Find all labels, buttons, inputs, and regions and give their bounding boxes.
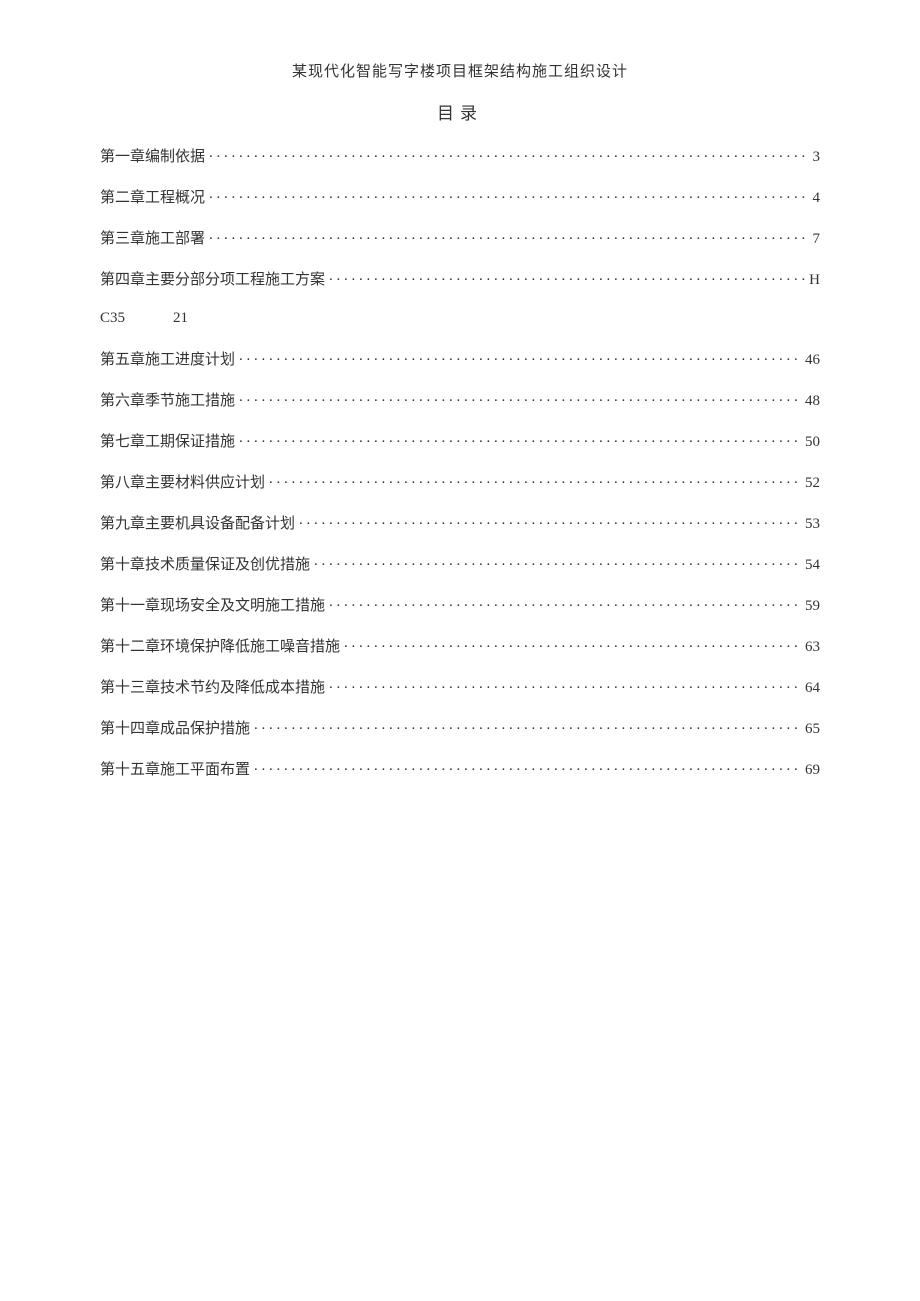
toc-row: 第十二章环境保护降低施工噪音措施 63	[100, 636, 820, 655]
toc-page-number: 65	[805, 722, 820, 737]
toc-label: 第十一章现场安全及文明施工措施	[100, 599, 325, 614]
toc-leader	[329, 595, 801, 610]
toc-leader	[314, 554, 801, 569]
toc-page-number: 48	[805, 394, 820, 409]
toc-label: 第二章工程概况	[100, 191, 205, 206]
toc-row: 第十三章技术节约及降低成本措施 64	[100, 677, 820, 696]
toc-leader	[209, 187, 808, 202]
toc-row: 第十章技术质量保证及创优措施 54	[100, 554, 820, 573]
toc-row: 第十五章施工平面布置 69	[100, 759, 820, 778]
toc-row: 第九章主要机具设备配备计划 53	[100, 513, 820, 532]
toc-page-number: 64	[805, 681, 820, 696]
toc-leader	[239, 349, 801, 364]
toc-page-number: 69	[805, 763, 820, 778]
toc-page-number: 52	[805, 476, 820, 491]
document-header-title: 某现代化智能写字楼项目框架结构施工组织设计	[100, 60, 820, 81]
toc-page-number: 53	[805, 517, 820, 532]
toc-leader	[329, 677, 801, 692]
toc-label: 第四章主要分部分项工程施工方案	[100, 273, 325, 288]
toc-leader	[344, 636, 801, 651]
toc-leader	[239, 431, 801, 446]
toc-page-number: H	[809, 273, 820, 288]
toc-heading: 目录	[100, 99, 820, 124]
toc-row: 第七章工期保证措施 50	[100, 431, 820, 450]
toc-row: 第六章季节施工措施 48	[100, 390, 820, 409]
toc-page-number: 7	[813, 232, 821, 247]
toc-leader	[329, 269, 805, 284]
toc-extra-left: C35	[100, 310, 125, 326]
toc-leader	[209, 146, 808, 161]
toc-label: 第十五章施工平面布置	[100, 763, 250, 778]
toc-label: 第三章施工部署	[100, 232, 205, 247]
toc-row: 第十四章成品保护措施 65	[100, 718, 820, 737]
toc-label: 第七章工期保证措施	[100, 435, 235, 450]
toc-leader	[269, 472, 801, 487]
toc-leader	[254, 718, 801, 733]
toc-label: 第八章主要材料供应计划	[100, 476, 265, 491]
toc-page-number: 54	[805, 558, 820, 573]
toc-leader	[299, 513, 801, 528]
toc-extra-right: 21	[173, 310, 188, 326]
toc-row: 第三章施工部署 7	[100, 228, 820, 247]
toc-row: 第二章工程概况 4	[100, 187, 820, 206]
toc-label: 第六章季节施工措施	[100, 394, 235, 409]
toc-row: 第五章施工进度计划 46	[100, 349, 820, 368]
toc-page-number: 46	[805, 353, 820, 368]
toc-row: 第一章编制依据 3	[100, 146, 820, 165]
toc-label: 第十二章环境保护降低施工噪音措施	[100, 640, 340, 655]
toc-list: 第一章编制依据 3 第二章工程概况 4 第三章施工部署 7 第四章主要分部分项工程施工方案 …	[100, 146, 820, 778]
toc-row: 第十一章现场安全及文明施工措施 59	[100, 595, 820, 614]
toc-page-number: 59	[805, 599, 820, 614]
toc-label: 第九章主要机具设备配备计划	[100, 517, 295, 532]
toc-label: 第五章施工进度计划	[100, 353, 235, 368]
toc-page-number: 50	[805, 435, 820, 450]
toc-leader	[254, 759, 801, 774]
toc-leader	[239, 390, 801, 405]
toc-label: 第十章技术质量保证及创优措施	[100, 558, 310, 573]
toc-extra-row: C35 21	[100, 310, 820, 327]
toc-row: 第四章主要分部分项工程施工方案 H	[100, 269, 820, 288]
toc-page-number: 4	[813, 191, 821, 206]
document-page: 某现代化智能写字楼项目框架结构施工组织设计 目录 第一章编制依据 3 第二章工程概况…	[0, 0, 920, 1301]
toc-row: 第八章主要材料供应计划 52	[100, 472, 820, 491]
toc-label: 第十四章成品保护措施	[100, 722, 250, 737]
toc-page-number: 63	[805, 640, 820, 655]
toc-label: 第一章编制依据	[100, 150, 205, 165]
toc-label: 第十三章技术节约及降低成本措施	[100, 681, 325, 696]
toc-leader	[209, 228, 808, 243]
toc-page-number: 3	[813, 150, 821, 165]
